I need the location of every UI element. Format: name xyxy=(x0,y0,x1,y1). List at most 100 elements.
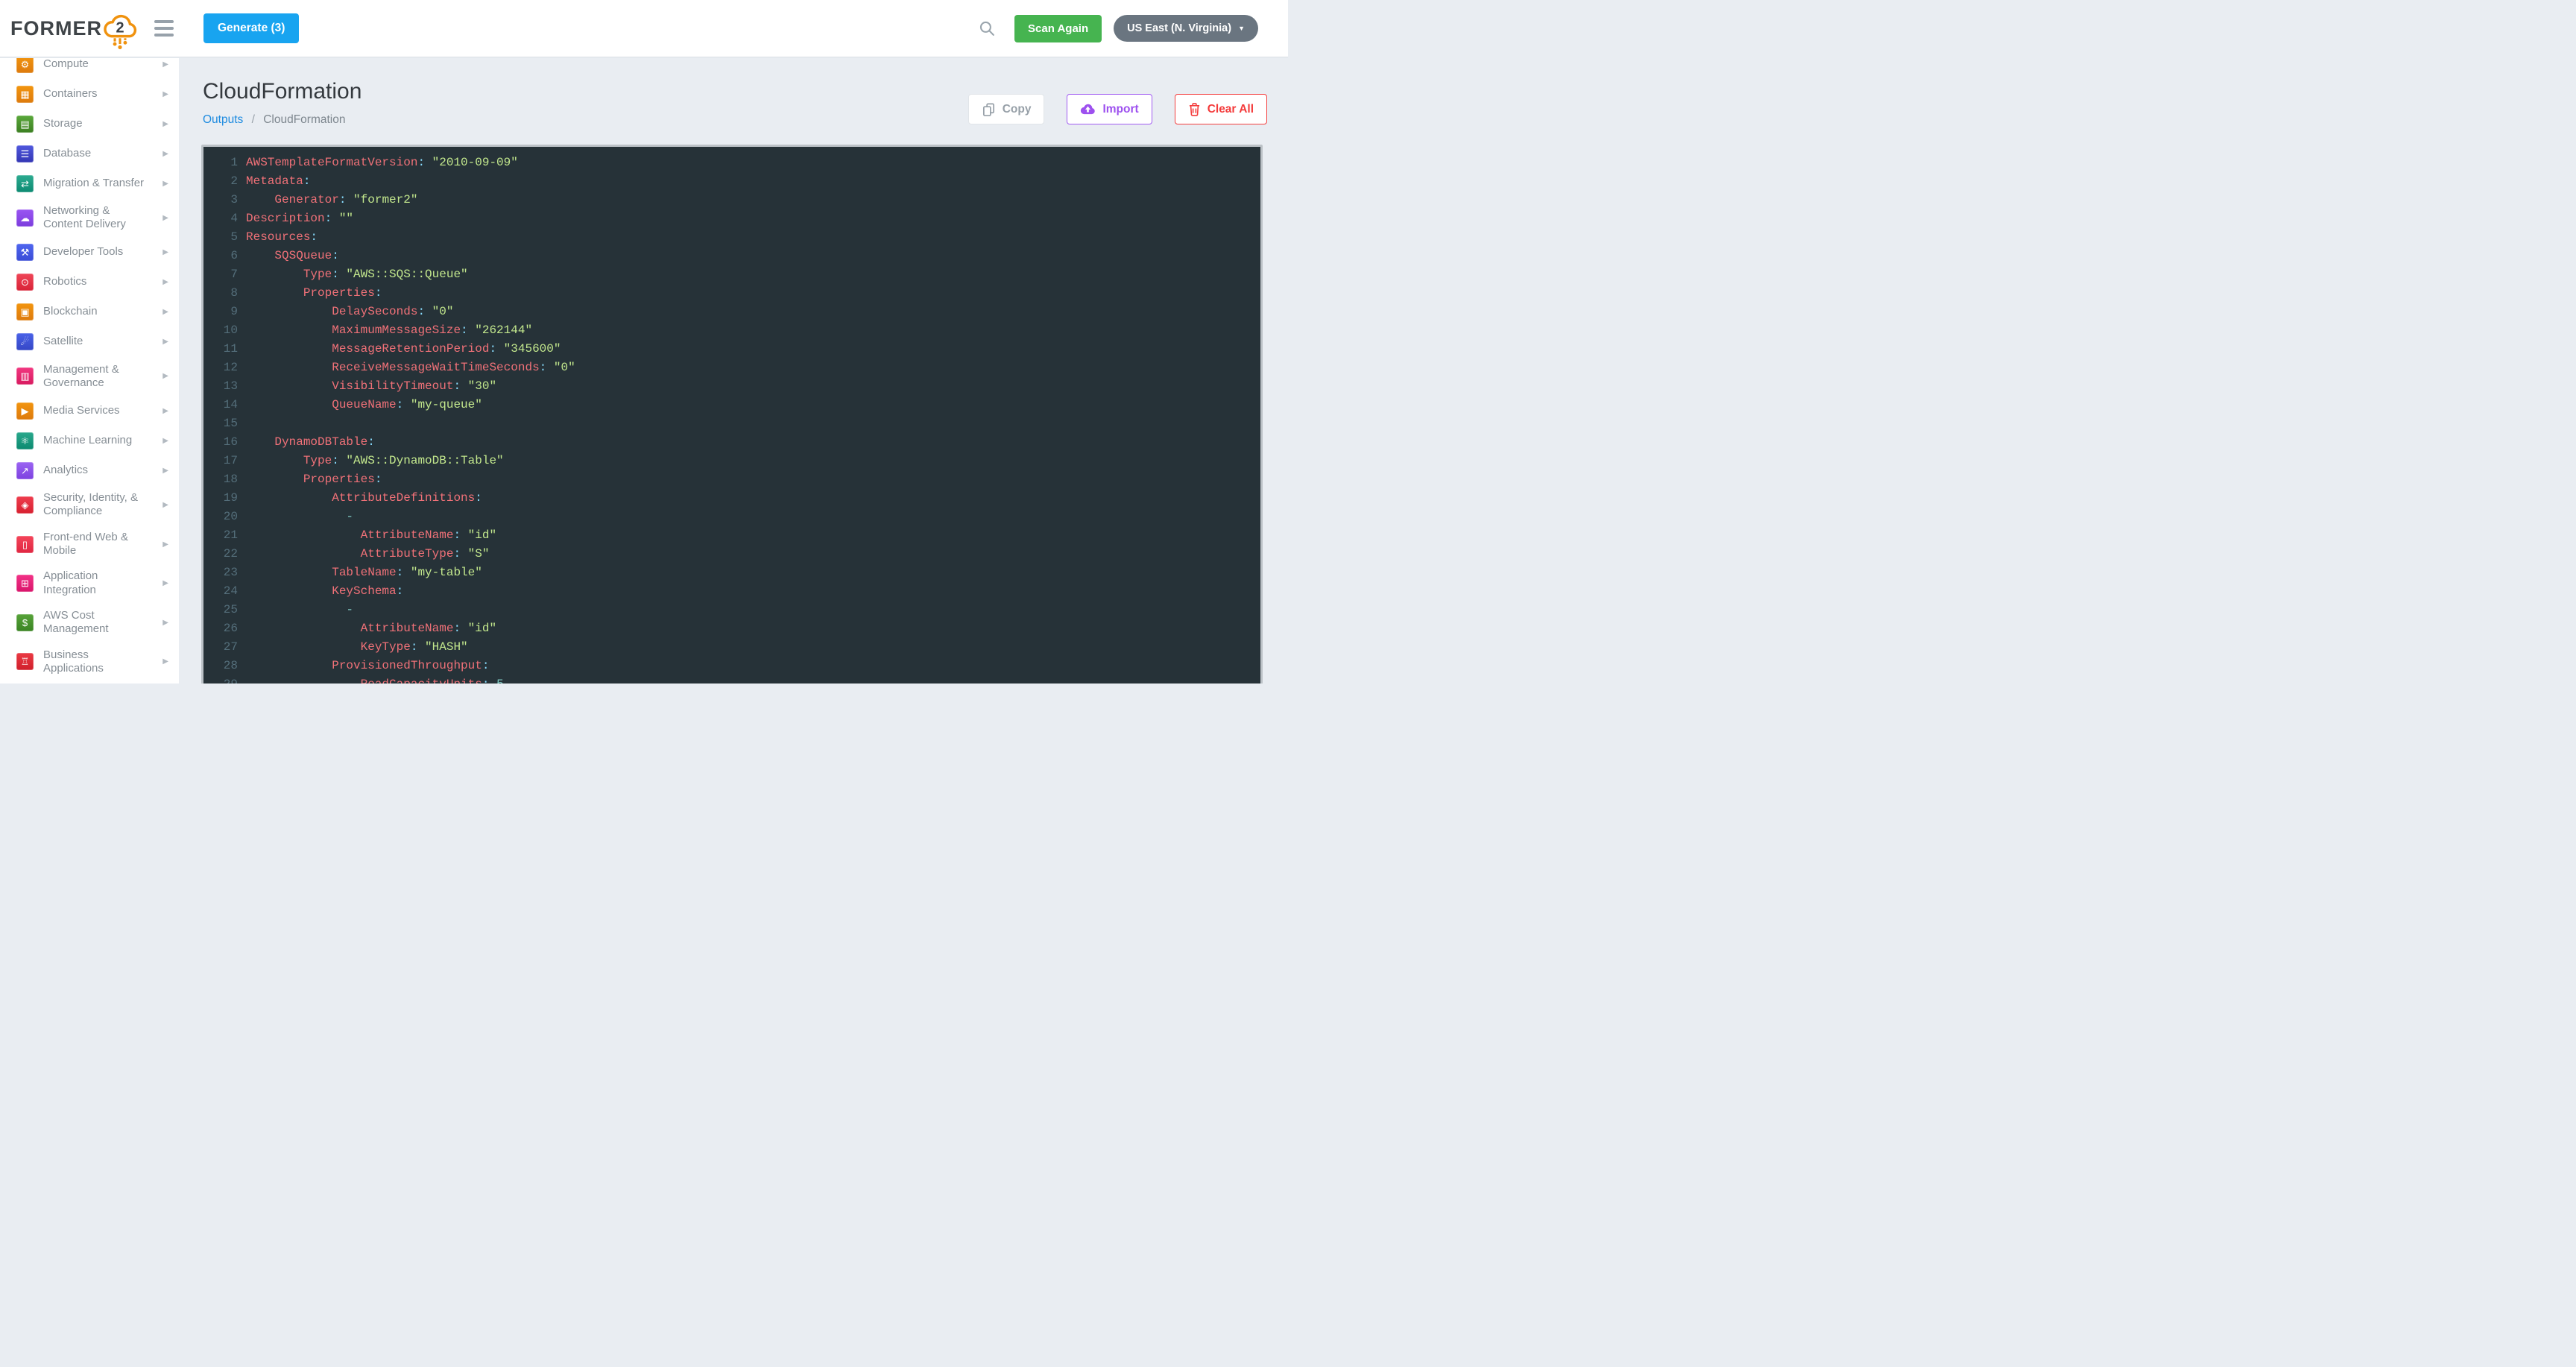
line-number: 27 xyxy=(203,638,238,657)
sidebar-item-label: Analytics xyxy=(43,464,158,477)
clear-all-button[interactable]: Clear All xyxy=(1175,94,1267,124)
code-line-text: AttributeName: "id" xyxy=(246,526,496,545)
line-number: 14 xyxy=(203,396,238,414)
sidebar-item-label: Machine Learning xyxy=(43,434,158,447)
generate-button[interactable]: Generate (3) xyxy=(203,13,299,43)
line-number: 4 xyxy=(203,209,238,228)
code-line: 25 - xyxy=(203,601,1260,619)
sidebar-item-front-end-web-mobile[interactable]: ▯Front-end Web & Mobile▶ xyxy=(0,525,179,564)
sidebar-item-media-services[interactable]: ▶Media Services▶ xyxy=(0,396,179,426)
line-number: 26 xyxy=(203,619,238,638)
former2-logo[interactable]: FORMER 2 xyxy=(10,6,139,51)
chevron-right-icon: ▶ xyxy=(158,248,168,256)
code-line-text: AWSTemplateFormatVersion: "2010-09-09" xyxy=(246,154,518,172)
line-number: 8 xyxy=(203,284,238,303)
sidebar-item-blockchain[interactable]: ▣Blockchain▶ xyxy=(0,297,179,327)
chevron-right-icon: ▶ xyxy=(158,90,168,98)
line-number: 9 xyxy=(203,303,238,321)
sidebar-item-application-integration[interactable]: ⊞Application Integration▶ xyxy=(0,563,179,603)
sidebar-item-label: Media Services xyxy=(43,404,158,417)
menu-toggle-hamburger-icon[interactable] xyxy=(150,16,178,41)
sidebar-item-end-user-computing[interactable]: ⌨End User Computing▶ xyxy=(0,681,179,684)
chevron-right-icon: ▶ xyxy=(158,338,168,346)
code-line: 18 Properties: xyxy=(203,470,1260,489)
code-line: 24 KeySchema: xyxy=(203,582,1260,601)
database-icon: ☰ xyxy=(16,145,34,162)
import-button[interactable]: Import xyxy=(1067,94,1152,124)
code-line: 17 Type: "AWS::DynamoDB::Table" xyxy=(203,452,1260,470)
line-number: 25 xyxy=(203,601,238,619)
code-line-text: Type: "AWS::DynamoDB::Table" xyxy=(246,452,504,470)
sidebar-item-label: Application Integration xyxy=(43,569,158,597)
blockchain-icon: ▣ xyxy=(16,303,34,321)
sidebar-item-machine-learning[interactable]: ⚛Machine Learning▶ xyxy=(0,426,179,455)
sidebar-item-label: AWS Cost Management xyxy=(43,609,158,637)
line-number: 17 xyxy=(203,452,238,470)
line-number: 10 xyxy=(203,321,238,340)
import-button-label: Import xyxy=(1102,103,1138,116)
line-number: 6 xyxy=(203,247,238,265)
sidebar-item-migration-transfer[interactable]: ⇄Migration & Transfer▶ xyxy=(0,168,179,198)
sidebar-item-robotics[interactable]: ⊙Robotics▶ xyxy=(0,268,179,297)
chevron-right-icon: ▶ xyxy=(158,501,168,509)
search-icon[interactable] xyxy=(975,16,1000,41)
sidebar-item-label: Blockchain xyxy=(43,305,158,318)
code-line-text: SQSQueue: xyxy=(246,247,339,265)
satellite-icon: ☄ xyxy=(16,333,34,350)
region-label: US East (N. Virginia) xyxy=(1127,22,1231,34)
sidebar-item-satellite[interactable]: ☄Satellite▶ xyxy=(0,327,179,357)
code-line-text: KeySchema: xyxy=(246,582,403,601)
breadcrumb-outputs-link[interactable]: Outputs xyxy=(203,113,243,126)
sidebar-item-networking-content-delivery[interactable]: ☁Networking & Content Delivery▶ xyxy=(0,198,179,238)
sidebar-item-business-applications[interactable]: ♖Business Applications▶ xyxy=(0,643,179,682)
sidebar-item-aws-cost-management[interactable]: $AWS Cost Management▶ xyxy=(0,603,179,643)
code-line: 27 KeyType: "HASH" xyxy=(203,638,1260,657)
chevron-right-icon: ▶ xyxy=(158,150,168,158)
code-line-text: VisibilityTimeout: "30" xyxy=(246,377,496,396)
code-line-text: TableName: "my-table" xyxy=(246,563,482,582)
sidebar-item-security-identity-compliance[interactable]: ◈Security, Identity, & Compliance▶ xyxy=(0,485,179,525)
chevron-right-icon: ▶ xyxy=(158,619,168,627)
sidebar-item-label: Security, Identity, & Compliance xyxy=(43,491,158,519)
chevron-right-icon: ▶ xyxy=(158,278,168,286)
line-number: 29 xyxy=(203,675,238,684)
output-actions: Copy Import Clear All xyxy=(968,94,1267,124)
sidebar-item-developer-tools[interactable]: ⚒Developer Tools▶ xyxy=(0,238,179,268)
sidebar-item-compute[interactable]: ⚙Compute▶ xyxy=(0,58,179,79)
sidebar-item-label: Migration & Transfer xyxy=(43,177,158,190)
scan-again-button[interactable]: Scan Again xyxy=(1014,15,1102,42)
line-number: 12 xyxy=(203,359,238,377)
copy-icon xyxy=(982,102,996,116)
breadcrumb-separator: / xyxy=(252,113,255,126)
svg-text:2: 2 xyxy=(116,19,124,36)
copy-button[interactable]: Copy xyxy=(968,94,1045,124)
code-line: 15 xyxy=(203,414,1260,433)
chevron-right-icon: ▶ xyxy=(158,214,168,222)
containers-icon: ▦ xyxy=(16,86,34,103)
code-line-text: AttributeDefinitions: xyxy=(246,489,482,508)
trash-icon xyxy=(1188,102,1201,116)
code-line-text: - xyxy=(246,601,353,619)
code-line-text: ProvisionedThroughput: xyxy=(246,657,489,675)
region-selector-dropdown[interactable]: US East (N. Virginia) ▼ xyxy=(1114,15,1258,42)
services-sidebar: ⚙Compute▶▦Containers▶▤Storage▶☰Database▶… xyxy=(0,58,179,684)
sidebar-item-management-governance[interactable]: ▥Management & Governance▶ xyxy=(0,357,179,397)
code-line: 28 ProvisionedThroughput: xyxy=(203,657,1260,675)
line-number: 28 xyxy=(203,657,238,675)
code-line: 26 AttributeName: "id" xyxy=(203,619,1260,638)
code-line: 7 Type: "AWS::SQS::Queue" xyxy=(203,265,1260,284)
sidebar-item-label: Database xyxy=(43,147,158,160)
clear-all-button-label: Clear All xyxy=(1208,103,1254,116)
logo-cloud-icon: 2 xyxy=(101,9,139,51)
sidebar-item-containers[interactable]: ▦Containers▶ xyxy=(0,79,179,109)
code-line-text: QueueName: "my-queue" xyxy=(246,396,482,414)
code-line-text: KeyType: "HASH" xyxy=(246,638,468,657)
sidebar-item-storage[interactable]: ▤Storage▶ xyxy=(0,109,179,139)
cloudformation-yaml-editor[interactable]: 1AWSTemplateFormatVersion: "2010-09-09"2… xyxy=(201,145,1263,684)
sidebar-item-database[interactable]: ☰ Database▶ xyxy=(0,139,179,168)
line-number: 11 xyxy=(203,340,238,359)
code-line: 14 QueueName: "my-queue" xyxy=(203,396,1260,414)
sidebar-item-analytics[interactable]: ↗Analytics▶ xyxy=(0,455,179,485)
line-number: 24 xyxy=(203,582,238,601)
code-line: 22 AttributeType: "S" xyxy=(203,545,1260,563)
